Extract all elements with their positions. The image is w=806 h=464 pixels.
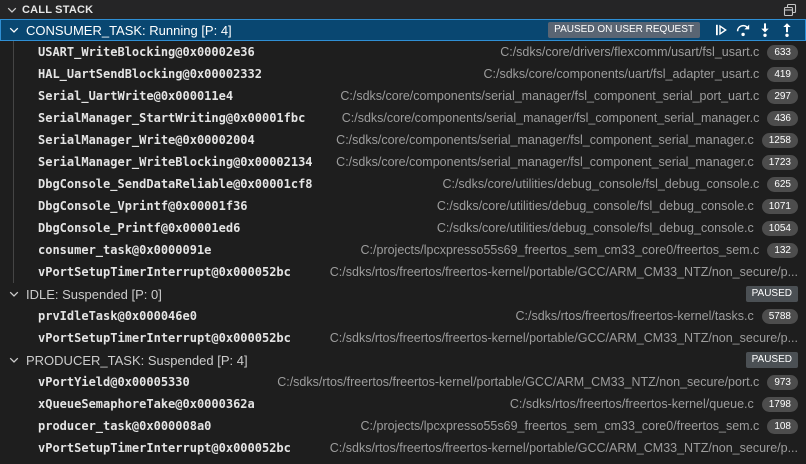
frame-line-badge: 1054 bbox=[761, 220, 798, 236]
open-editors-icon[interactable] bbox=[780, 1, 800, 19]
frame-line-badge: 436 bbox=[767, 110, 798, 126]
indent-guide bbox=[13, 151, 14, 173]
frame-function-name: vPortSetupTimerInterrupt@0x000052bc bbox=[38, 441, 291, 455]
step-into-icon[interactable] bbox=[754, 20, 776, 40]
frame-function-name: DbgConsole_SendDataReliable@0x00001cf8 bbox=[38, 177, 313, 191]
indent-guide bbox=[13, 173, 14, 195]
frame-file-path: C:/projects/lpcxpresso55s69_freertos_sem… bbox=[360, 419, 760, 433]
frame-function-name: vPortSetupTimerInterrupt@0x000052bc bbox=[38, 265, 291, 279]
indent-guide bbox=[13, 85, 14, 107]
frame-file-path: C:/sdks/core/drivers/flexcomm/usart/fsl_… bbox=[500, 45, 760, 59]
frame-file-path: C:/sdks/core/components/serial_manager/f… bbox=[336, 133, 754, 147]
stack-frame-row[interactable]: prvIdleTask@0x000046e0 C:/sdks/rtos/free… bbox=[0, 305, 806, 327]
frame-line-badge: 132 bbox=[767, 242, 798, 258]
frame-function-name: DbgConsole_Printf@0x00001ed6 bbox=[38, 221, 241, 235]
indent-guide bbox=[13, 239, 14, 261]
debug-toolbar bbox=[710, 20, 798, 40]
frame-file-path: C:/sdks/rtos/freertos/freertos-kernel/po… bbox=[277, 375, 760, 389]
frame-file-path: C:/sdks/core/utilities/debug_console/fsl… bbox=[442, 177, 760, 191]
stack-frame-row[interactable]: producer_task@0x000008a0 C:/projects/lpc… bbox=[0, 415, 806, 437]
frame-line-badge: 419 bbox=[767, 66, 798, 82]
stack-frame-row[interactable]: vPortSetupTimerInterrupt@0x000052bc C:/s… bbox=[0, 261, 806, 283]
frame-file-path: C:/sdks/rtos/freertos/freertos-kernel/po… bbox=[329, 331, 798, 345]
stack-frame-row[interactable]: Serial_UartWrite@0x000011e4 C:/sdks/core… bbox=[0, 85, 806, 107]
frame-function-name: SerialManager_WriteBlocking@0x00002134 bbox=[38, 155, 313, 169]
indent-guide bbox=[13, 41, 14, 63]
frame-line-badge: 1723 bbox=[761, 154, 798, 170]
stack-frame-row[interactable]: SerialManager_WriteBlocking@0x00002134 C… bbox=[0, 151, 806, 173]
frame-line-badge: 1071 bbox=[761, 198, 798, 214]
frame-function-name: prvIdleTask@0x000046e0 bbox=[38, 309, 197, 323]
thread-label: CONSUMER_TASK: Running [P: 4] bbox=[26, 22, 232, 38]
frame-line-badge: 108 bbox=[767, 418, 798, 434]
stack-frame-row[interactable]: HAL_UartSendBlocking@0x00002332 C:/sdks/… bbox=[0, 63, 806, 85]
chevron-down-icon bbox=[4, 2, 20, 18]
stack-frame-row[interactable]: USART_WriteBlocking@0x00002e36 C:/sdks/c… bbox=[0, 41, 806, 63]
indent-guide bbox=[13, 195, 14, 217]
frame-file-path: C:/sdks/core/components/serial_manager/f… bbox=[340, 89, 760, 103]
indent-guide bbox=[13, 107, 14, 129]
thread-row-idle[interactable]: IDLE: Suspended [P: 0] PAUSED bbox=[0, 283, 806, 305]
frame-line-badge: 633 bbox=[767, 44, 798, 60]
stack-frame-row[interactable]: SerialManager_StartWriting@0x00001fbc C:… bbox=[0, 107, 806, 129]
frame-line-badge: 1798 bbox=[761, 396, 798, 412]
frame-line-badge: 1258 bbox=[761, 132, 798, 148]
chevron-down-icon[interactable] bbox=[6, 352, 22, 368]
indent-guide bbox=[13, 261, 14, 283]
frame-function-name: vPortYield@0x00005330 bbox=[38, 375, 190, 389]
stack-frame-row[interactable]: DbgConsole_Printf@0x00001ed6 C:/sdks/cor… bbox=[0, 217, 806, 239]
frame-function-name: SerialManager_StartWriting@0x00001fbc bbox=[38, 111, 306, 125]
call-stack-panel: CALL STACK CONSUMER_TASK: Running [P: 4]… bbox=[0, 0, 806, 464]
stack-frame-row[interactable]: xQueueSemaphoreTake@0x0000362a C:/sdks/r… bbox=[0, 393, 806, 415]
paused-badge: PAUSED bbox=[745, 286, 798, 302]
frame-function-name: Serial_UartWrite@0x000011e4 bbox=[38, 89, 234, 103]
frame-function-name: SerialManager_Write@0x00002004 bbox=[38, 133, 255, 147]
frame-file-path: C:/sdks/rtos/freertos/freertos-kernel/po… bbox=[329, 441, 798, 455]
frame-file-path: C:/sdks/rtos/freertos/freertos-kernel/po… bbox=[329, 265, 798, 279]
thread-row-producer-task[interactable]: PRODUCER_TASK: Suspended [P: 4] PAUSED bbox=[0, 349, 806, 371]
stack-frame-row[interactable]: consumer_task@0x0000091e C:/projects/lpc… bbox=[0, 239, 806, 261]
stack-frame-row[interactable]: DbgConsole_Vprintf@0x00001f36 C:/sdks/co… bbox=[0, 195, 806, 217]
frame-function-name: consumer_task@0x0000091e bbox=[38, 243, 212, 257]
step-over-icon[interactable] bbox=[732, 20, 754, 40]
frame-file-path: C:/sdks/core/components/serial_manager/f… bbox=[341, 111, 760, 125]
frame-function-name: producer_task@0x000008a0 bbox=[38, 419, 212, 433]
status-badge: PAUSED ON USER REQUEST bbox=[548, 22, 700, 38]
frame-line-badge: 625 bbox=[767, 176, 798, 192]
thread-row-consumer-task[interactable]: CONSUMER_TASK: Running [P: 4] PAUSED ON … bbox=[0, 19, 806, 41]
frame-function-name: DbgConsole_Vprintf@0x00001f36 bbox=[38, 199, 248, 213]
stack-frame-row[interactable]: SerialManager_Write@0x00002004 C:/sdks/c… bbox=[0, 129, 806, 151]
frame-file-path: C:/sdks/core/components/uart/fsl_adapter… bbox=[483, 67, 760, 81]
chevron-down-icon[interactable] bbox=[6, 22, 22, 38]
continue-icon[interactable] bbox=[710, 20, 732, 40]
call-stack-header[interactable]: CALL STACK bbox=[0, 0, 806, 19]
thread-label: IDLE: Suspended [P: 0] bbox=[26, 286, 162, 302]
stack-frame-row[interactable]: vPortYield@0x00005330 C:/sdks/rtos/freer… bbox=[0, 371, 806, 393]
frame-file-path: C:/sdks/rtos/freertos/freertos-kernel/ta… bbox=[515, 309, 754, 323]
frame-line-badge: 297 bbox=[767, 88, 798, 104]
pane-title: CALL STACK bbox=[22, 3, 94, 16]
frame-function-name: vPortSetupTimerInterrupt@0x000052bc bbox=[38, 331, 291, 345]
stack-frame-row[interactable]: DbgConsole_SendDataReliable@0x00001cf8 C… bbox=[0, 173, 806, 195]
frame-file-path: C:/sdks/rtos/freertos/freertos-kernel/qu… bbox=[509, 397, 754, 411]
frame-line-badge: 5788 bbox=[761, 308, 798, 324]
indent-guide bbox=[13, 129, 14, 151]
frame-file-path: C:/sdks/core/components/serial_manager/f… bbox=[336, 155, 754, 169]
frame-file-path: C:/projects/lpcxpresso55s69_freertos_sem… bbox=[360, 243, 760, 257]
step-out-icon[interactable] bbox=[776, 20, 798, 40]
indent-guide bbox=[13, 217, 14, 239]
frame-line-badge: 973 bbox=[767, 374, 798, 390]
frame-function-name: USART_WriteBlocking@0x00002e36 bbox=[38, 45, 255, 59]
indent-guide bbox=[13, 63, 14, 85]
frame-function-name: HAL_UartSendBlocking@0x00002332 bbox=[38, 67, 262, 81]
frame-file-path: C:/sdks/core/utilities/debug_console/fsl… bbox=[436, 221, 754, 235]
stack-frame-row[interactable]: vPortSetupTimerInterrupt@0x000052bc C:/s… bbox=[0, 327, 806, 349]
thread-label: PRODUCER_TASK: Suspended [P: 4] bbox=[26, 352, 248, 368]
frame-function-name: xQueueSemaphoreTake@0x0000362a bbox=[38, 397, 255, 411]
frame-file-path: C:/sdks/core/utilities/debug_console/fsl… bbox=[436, 199, 754, 213]
stack-frame-row[interactable]: vPortSetupTimerInterrupt@0x000052bc C:/s… bbox=[0, 437, 806, 459]
chevron-down-icon[interactable] bbox=[6, 286, 22, 302]
paused-badge: PAUSED bbox=[745, 352, 798, 368]
